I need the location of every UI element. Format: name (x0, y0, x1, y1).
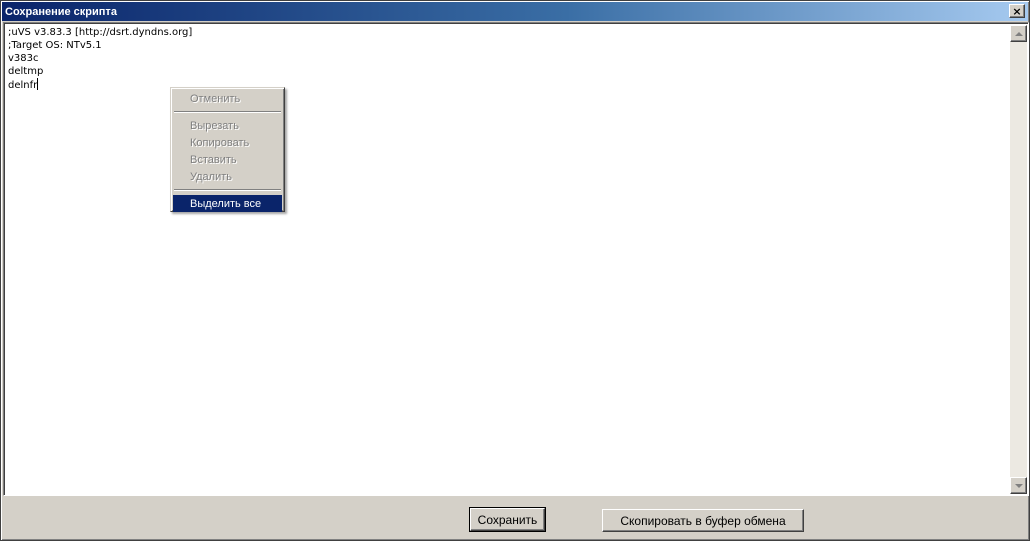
vertical-scrollbar[interactable] (1010, 25, 1027, 494)
menu-item-delete[interactable]: Удалить (173, 168, 282, 185)
scroll-down-button[interactable] (1010, 477, 1027, 494)
menu-item-cut[interactable]: Вырезать (173, 117, 282, 134)
scroll-up-button[interactable] (1010, 25, 1027, 42)
menu-separator (174, 189, 281, 191)
title-bar[interactable]: Сохранение скрипта × (2, 2, 1028, 21)
save-script-window: Сохранение скрипта × ;uVS v3.83.3 [http:… (0, 0, 1030, 541)
copy-to-clipboard-button[interactable]: Скопировать в буфер обмена (602, 509, 804, 532)
close-icon: × (1012, 4, 1022, 18)
scroll-down-arrow-icon (1014, 483, 1023, 488)
window-title: Сохранение скрипта (5, 5, 117, 18)
script-line: ;uVS v3.83.3 [http://dsrt.dyndns.org] (8, 27, 193, 38)
menu-item-paste[interactable]: Вставить (173, 151, 282, 168)
menu-item-undo[interactable]: Отменить (173, 90, 282, 107)
script-line: ;Target OS: NTv5.1 (8, 40, 102, 51)
close-button[interactable]: × (1009, 4, 1025, 18)
menu-item-copy[interactable]: Копировать (173, 134, 282, 151)
script-line: deltmp (8, 66, 44, 77)
text-caret (37, 78, 39, 90)
menu-separator (174, 111, 281, 113)
menu-item-select-all[interactable]: Выделить все (173, 195, 282, 212)
save-button[interactable]: Сохранить (469, 507, 546, 532)
script-line: v383c (8, 53, 39, 64)
script-line: delnfr (8, 80, 38, 91)
script-text[interactable]: ;uVS v3.83.3 [http://dsrt.dyndns.org] ;T… (8, 26, 998, 491)
scroll-up-arrow-icon (1014, 31, 1023, 36)
script-text-area[interactable]: ;uVS v3.83.3 [http://dsrt.dyndns.org] ;T… (3, 22, 1029, 496)
context-menu: Отменить Вырезать Копировать Вставить Уд… (170, 87, 285, 212)
